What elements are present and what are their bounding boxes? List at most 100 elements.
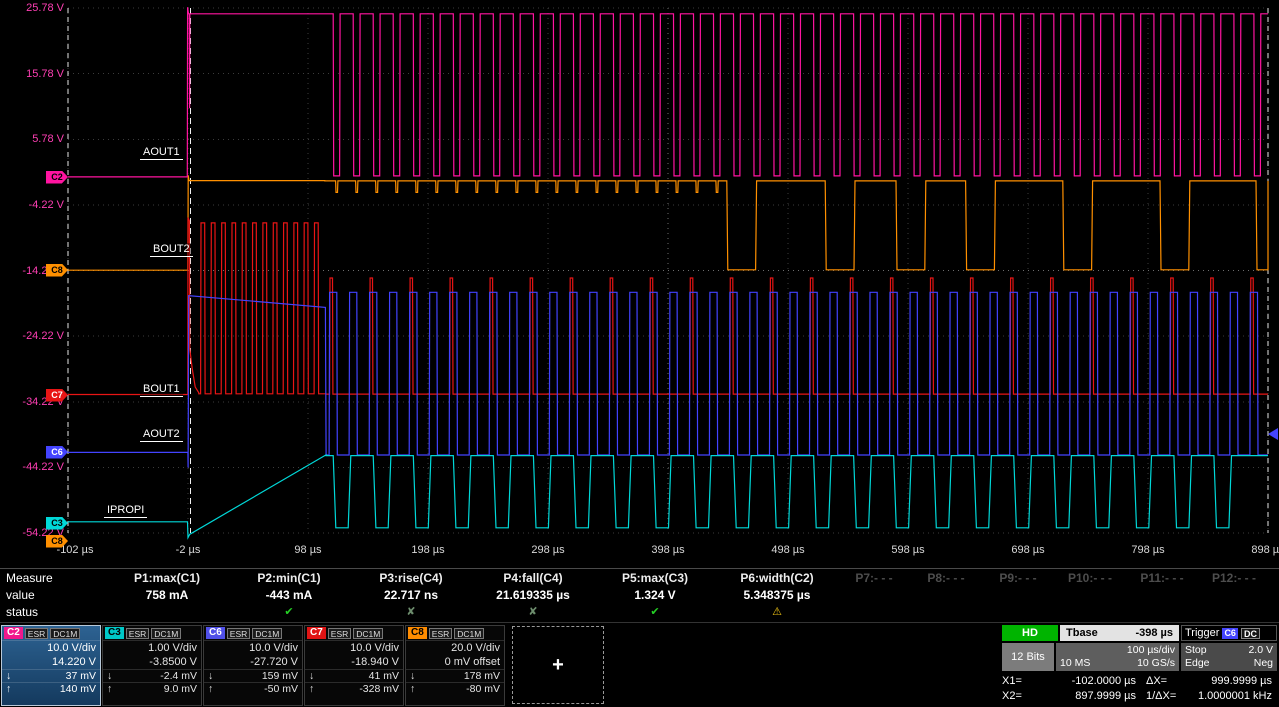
channel-badge-esr: ESR: [25, 628, 48, 639]
measure-header-p3[interactable]: P3:rise(C4): [350, 571, 472, 585]
channel-meas-value: 41 mV: [369, 670, 399, 682]
waveform-canvas: [0, 0, 1279, 568]
invdx-value: 1.0000001 kHz: [1182, 689, 1272, 704]
channel-meas-value: 159 mV: [262, 670, 298, 682]
trigger-coupling-chip: DC: [1241, 628, 1260, 639]
x-axis-label: 398 µs: [633, 544, 703, 556]
trigger-mode: Stop: [1185, 644, 1207, 657]
time-per-div: 100 µs/div: [1060, 644, 1175, 657]
measure-header-p5[interactable]: P5:max(C3): [594, 571, 716, 585]
channel-id-chip: C6: [206, 627, 225, 639]
measure-status-check-icon-p2: ✔: [228, 605, 350, 619]
x2-label: X2=: [1002, 689, 1034, 704]
hd-indicator[interactable]: HD: [1002, 625, 1058, 641]
channel-meas-row: ↑9.0 mV: [103, 682, 201, 695]
dx-value: 999.9999 µs: [1182, 674, 1272, 689]
measure-header-p7[interactable]: P7:- - -: [838, 571, 910, 585]
channel-id-chip: C3: [105, 627, 124, 639]
measure-value-p3: 22.717 ns: [350, 588, 472, 602]
measure-value-p2: -443 mA: [228, 588, 350, 602]
measure-header-p1[interactable]: P1:max(C1): [106, 571, 228, 585]
trace-c7-bout1: [68, 218, 1268, 395]
channel-header: C7ESRDC1M: [305, 626, 403, 641]
measure-header-p12[interactable]: P12:- - -: [1198, 571, 1270, 585]
x-axis-label: 98 µs: [273, 544, 343, 556]
channel-meas-value: -328 mV: [359, 683, 399, 695]
x-axis-label: 598 µs: [873, 544, 943, 556]
channel-meas-row: ↓-2.4 mV: [103, 669, 201, 682]
measure-header-p9[interactable]: P9:- - -: [982, 571, 1054, 585]
x-axis-label: 698 µs: [993, 544, 1063, 556]
channel-scale: 10.0 V/div: [2, 641, 100, 655]
channel-offset: -18.940 V: [305, 655, 403, 669]
trace-annotation-aout2: AOUT2: [140, 428, 183, 442]
invdx-label: 1/ΔX=: [1136, 689, 1182, 704]
dx-label: ΔX=: [1136, 674, 1182, 689]
channel-meas-row: ↓ 159 mV: [204, 669, 302, 682]
channel-meas-row: ↑140 mV: [2, 682, 100, 695]
add-channel-box[interactable]: +: [512, 626, 604, 704]
y-axis-label: -44.22 V: [2, 461, 64, 473]
measure-header-p10[interactable]: P10:- - -: [1054, 571, 1126, 585]
channel-meas-value: 9.0 mV: [164, 683, 197, 695]
trigger-level: 2.0 V: [1248, 644, 1273, 657]
y-axis-label: 5.78 V: [2, 133, 64, 145]
arrow-up-icon: ↑: [208, 683, 213, 695]
channel-badge-esr: ESR: [126, 628, 149, 639]
measure-value-p6: 5.348375 µs: [716, 588, 838, 602]
channel-id-chip: C7: [307, 627, 326, 639]
channel-badge-dc1m: DC1M: [252, 628, 282, 639]
channel-descriptor-c2[interactable]: C2ESRDC1M10.0 V/div14.220 V↓37 mV↑140 mV: [1, 625, 101, 706]
sample-rate: 10 GS/s: [1137, 657, 1175, 670]
x-axis-label: 798 µs: [1113, 544, 1183, 556]
channel-header: C8ESRDC1M: [406, 626, 504, 641]
measure-panel: MeasureP1:max(C1)P2:min(C1)P3:rise(C4)P4…: [0, 568, 1279, 622]
x-axis-label: -2 µs: [153, 544, 223, 556]
channel-meas-row: ↓37 mV: [2, 669, 100, 682]
measure-value-p1: 758 mA: [106, 588, 228, 602]
channel-badge-dc1m: DC1M: [50, 628, 80, 639]
trace-annotation-bout2: BOUT2: [150, 243, 193, 257]
channel-meas-row: ↑-328 mV: [305, 682, 403, 695]
trigger-type: Edge: [1185, 657, 1210, 670]
arrow-down-icon: ↓: [410, 670, 415, 682]
acquisition-box[interactable]: 100 µs/div 10 MS 10 GS/s: [1056, 643, 1179, 671]
measure-status-warn-icon-p6: ⚠: [716, 605, 838, 619]
y-axis-label: 25.78 V: [2, 2, 64, 14]
channel-meas-row: ↓ 41 mV: [305, 669, 403, 682]
x-axis-label: 298 µs: [513, 544, 583, 556]
measure-value-p4: 21.619335 µs: [472, 588, 594, 602]
channel-descriptor-c7[interactable]: C7ESRDC1M10.0 V/div-18.940 V↓41 mV↑-328 …: [304, 625, 404, 706]
channel-meas-value: -80 mV: [466, 683, 500, 695]
tbase-label: Tbase: [1066, 625, 1098, 641]
timebase-box[interactable]: Tbase -398 µs: [1060, 625, 1179, 641]
channel-meas-value: 140 mV: [60, 683, 96, 695]
trace-c8-bout2: [68, 175, 1268, 270]
cursor-readout: X1= -102.0000 µs ΔX= 999.9999 µs X2= 897…: [1002, 674, 1277, 704]
trigger-mode-box[interactable]: Stop 2.0 V Edge Neg: [1181, 643, 1277, 671]
arrow-down-icon: ↓: [309, 670, 314, 682]
waveform-display[interactable]: 25.78 V15.78 V5.78 V-4.22 V-14.22 V-24.2…: [0, 0, 1279, 568]
plus-icon: +: [552, 654, 564, 677]
x-axis-label: 198 µs: [393, 544, 463, 556]
bottom-panel: C2ESRDC1M10.0 V/div14.220 V↓37 mV↑140 mV…: [0, 622, 1279, 707]
trigger-box[interactable]: Trigger C6 DC: [1181, 625, 1277, 641]
arrow-down-icon: ↓: [208, 670, 213, 682]
channel-badge-dc1m: DC1M: [454, 628, 484, 639]
measure-status-cross-icon-p3: ✘: [350, 605, 472, 619]
measure-header-p2[interactable]: P2:min(C1): [228, 571, 350, 585]
channel-badge-esr: ESR: [328, 628, 351, 639]
measure-header-p4[interactable]: P4:fall(C4): [472, 571, 594, 585]
measure-header-p11[interactable]: P11:- - -: [1126, 571, 1198, 585]
channel-descriptor-c3[interactable]: C3ESRDC1M1.00 V/div-3.8500 V↓-2.4 mV↑9.0…: [102, 625, 202, 706]
tbase-delay-value: -398 µs: [1135, 625, 1173, 641]
measure-header-p6[interactable]: P6:width(C2): [716, 571, 838, 585]
measure-status-cross-icon-p4: ✘: [472, 605, 594, 619]
channel-badge-dc1m: DC1M: [353, 628, 383, 639]
channel-scale: 10.0 V/div: [305, 641, 403, 655]
channel-header: C6ESRDC1M: [204, 626, 302, 641]
measure-header-p8[interactable]: P8:- - -: [910, 571, 982, 585]
channel-descriptor-c8[interactable]: C8ESRDC1M20.0 V/div0 mV offset↓178 mV↑-8…: [405, 625, 505, 706]
x-axis-label: 498 µs: [753, 544, 823, 556]
channel-descriptor-c6[interactable]: C6ESRDC1M10.0 V/div-27.720 V↓159 mV↑-50 …: [203, 625, 303, 706]
